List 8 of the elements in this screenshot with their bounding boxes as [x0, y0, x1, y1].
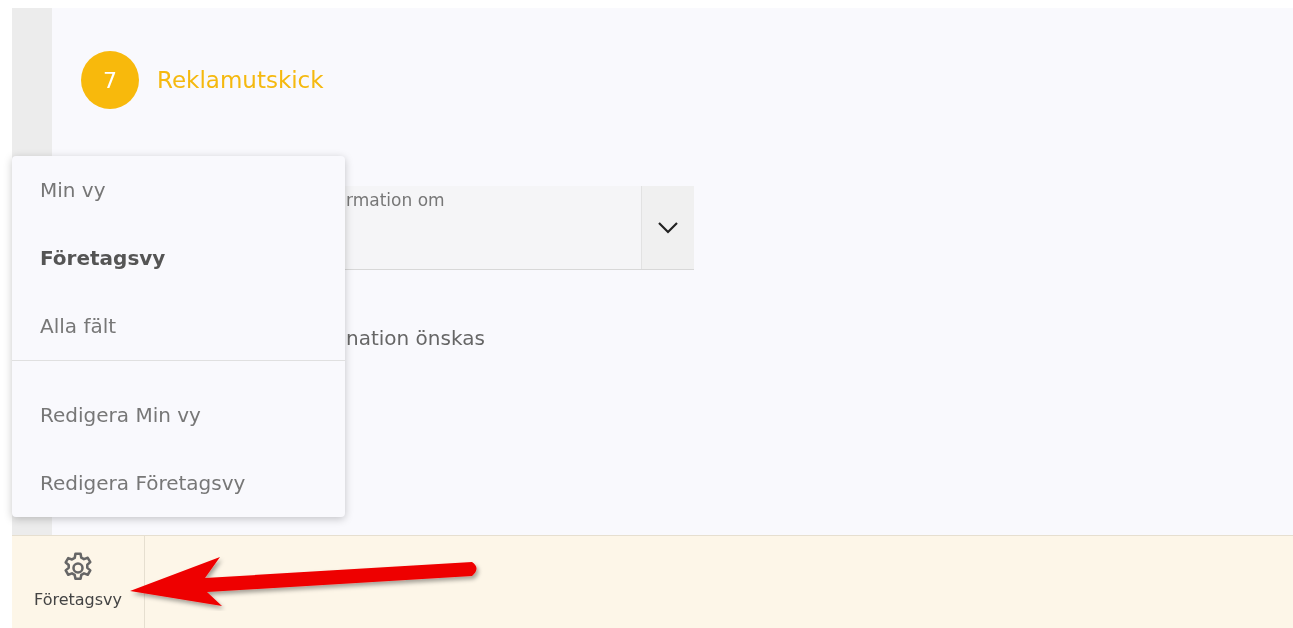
menu-item[interactable]: Redigera Min vy [12, 381, 345, 449]
dropdown-toggle[interactable] [641, 186, 694, 269]
question-text: nation önskas [346, 326, 485, 350]
section-title: Reklamutskick [157, 67, 324, 93]
menu-item[interactable]: Alla fält [12, 292, 345, 360]
step-number-badge: 7 [81, 51, 139, 109]
menu-item[interactable]: Redigera Företagsvy [12, 449, 345, 517]
chevron-down-icon [657, 220, 679, 235]
